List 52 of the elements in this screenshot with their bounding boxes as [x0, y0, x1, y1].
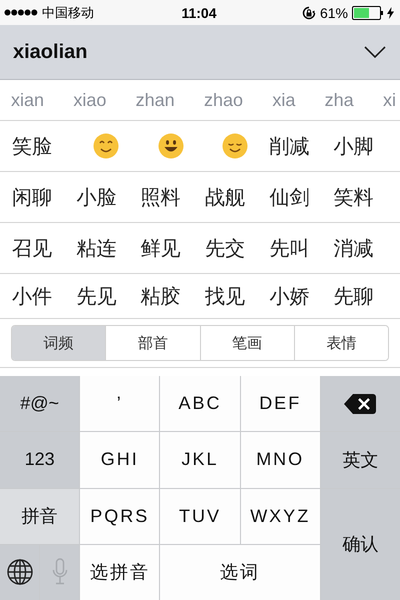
candidate-word[interactable]: 召见: [12, 234, 76, 262]
keyboard-key[interactable]: 拼音: [0, 488, 80, 544]
battery-icon: [352, 6, 383, 20]
candidate-word[interactable]: 仙剑: [269, 184, 334, 210]
signal-icon: [4, 9, 38, 16]
candidate-word[interactable]: 照料: [140, 184, 205, 210]
keyboard-key[interactable]: 英文: [320, 432, 400, 488]
candidate-word[interactable]: 笑料: [334, 184, 398, 210]
collapse-chevron-icon[interactable]: [364, 46, 386, 58]
keyboard-key[interactable]: GHI: [80, 432, 160, 488]
candidate-word[interactable]: 鲜见: [140, 234, 205, 262]
candidate-word[interactable]: 先交: [205, 234, 270, 262]
input-field[interactable]: xiaolian: [13, 40, 88, 64]
sort-tab[interactable]: 词频: [12, 326, 106, 360]
carrier-name: 中国移动: [42, 4, 94, 22]
candidate-word[interactable]: 小娇: [269, 282, 334, 310]
battery-percent: 61%: [320, 4, 348, 20]
candidate-word[interactable]: 找见: [205, 282, 270, 310]
keyboard-key[interactable]: #@~: [0, 376, 80, 432]
keyboard-key[interactable]: 选拼音: [80, 544, 160, 600]
candidate-word[interactable]: 小脸: [76, 184, 141, 210]
candidate-word[interactable]: 削减: [269, 132, 334, 160]
clock-time: 11:04: [181, 4, 217, 20]
candidate-word[interactable]: 闲聊: [12, 184, 76, 210]
backspace-icon[interactable]: [344, 394, 376, 414]
candidate-word[interactable]: 粘连: [76, 234, 141, 262]
keyboard-key[interactable]: MNO: [240, 432, 320, 488]
keyboard-key[interactable]: TUV: [160, 488, 240, 544]
candidate-word[interactable]: 小件: [12, 282, 76, 310]
keyboard-key[interactable]: PQRS: [80, 488, 160, 544]
keyboard-key[interactable]: 123: [0, 432, 80, 488]
candidate-word[interactable]: 粘胶: [140, 282, 205, 310]
keyboard-key[interactable]: DEF: [240, 376, 320, 432]
keyboard-key[interactable]: ’: [80, 376, 160, 432]
candidate-word[interactable]: 笑脸: [12, 132, 76, 160]
candidate-word[interactable]: 先见: [76, 282, 141, 310]
candidate-word[interactable]: 先聊: [334, 282, 398, 310]
smiley-icon[interactable]: [93, 133, 120, 159]
keyboard-key[interactable]: WXYZ: [240, 488, 320, 544]
candidate-word[interactable]: 先叫: [269, 234, 334, 262]
keyboard-key[interactable]: 选词: [160, 544, 320, 600]
sort-tab[interactable]: 表情: [294, 326, 388, 360]
confirm-key[interactable]: 确认: [320, 488, 400, 600]
candidate-word[interactable]: 小脚: [334, 132, 398, 160]
rotation-lock-icon: [302, 6, 316, 20]
keyboard-key[interactable]: ABC: [160, 376, 240, 432]
candidate-word[interactable]: 消减: [334, 234, 398, 262]
candidate-word[interactable]: 战舰: [205, 184, 270, 210]
globe-icon[interactable]: [6, 559, 33, 586]
smiley-icon[interactable]: [222, 133, 248, 159]
smiley-icon[interactable]: [158, 133, 184, 159]
keyboard-key[interactable]: JKL: [160, 432, 240, 488]
